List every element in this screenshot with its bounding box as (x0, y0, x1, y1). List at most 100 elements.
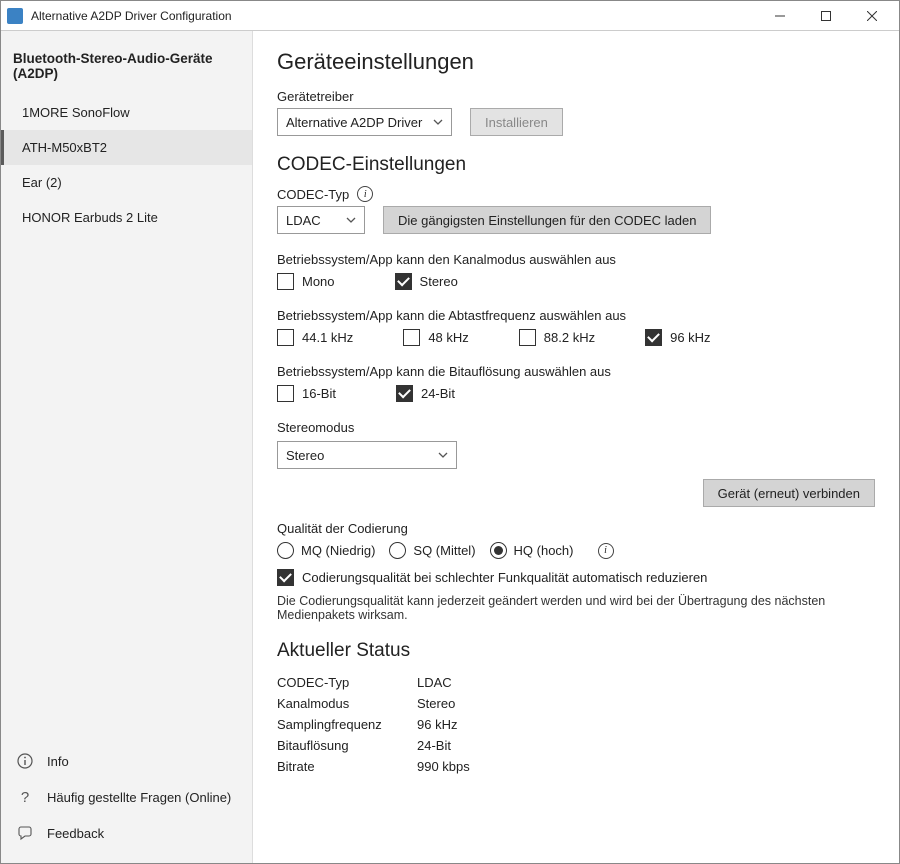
info-icon (17, 753, 33, 769)
driver-select[interactable]: Alternative A2DP Driver (277, 108, 452, 136)
chevron-down-icon (433, 117, 443, 127)
checkbox-box (519, 329, 536, 346)
info-icon[interactable]: i (598, 543, 614, 559)
footer-info-label: Info (47, 754, 69, 769)
load-common-settings-button[interactable]: Die gängigsten Einstellungen für den COD… (383, 206, 711, 234)
status-value: 96 kHz (417, 717, 457, 732)
feedback-icon (17, 825, 33, 841)
status-row: Bitrate 990 kbps (277, 756, 875, 777)
radio-label: HQ (hoch) (514, 543, 574, 558)
stereomode-label: Stereomodus (277, 420, 875, 435)
radio-mq[interactable]: MQ (Niedrig) (277, 542, 375, 559)
checkbox-label: 96 kHz (670, 330, 710, 345)
radio-circle (277, 542, 294, 559)
radio-hq[interactable]: HQ (hoch) (490, 542, 574, 559)
sidebar: Bluetooth-Stereo-Audio-Geräte (A2DP) 1MO… (1, 31, 253, 863)
page-title: Geräteeinstellungen (277, 49, 875, 75)
radio-circle (490, 542, 507, 559)
titlebar: Alternative A2DP Driver Configuration (1, 1, 899, 31)
minimize-button[interactable] (759, 2, 801, 30)
checkbox-box (645, 329, 662, 346)
checkbox-box (277, 385, 294, 402)
footer-faq[interactable]: ? Häufig gestellte Fragen (Online) (1, 779, 252, 815)
checkbox-box (277, 569, 294, 586)
status-key: CODEC-Typ (277, 675, 417, 690)
footer-faq-label: Häufig gestellte Fragen (Online) (47, 790, 231, 805)
device-item-honor[interactable]: HONOR Earbuds 2 Lite (1, 200, 252, 235)
checkbox-16bit[interactable]: 16-Bit (277, 385, 336, 402)
radio-circle (389, 542, 406, 559)
app-icon (7, 8, 23, 24)
checkbox-label: Codierungsqualität bei schlechter Funkqu… (302, 570, 707, 585)
status-key: Samplingfrequenz (277, 717, 417, 732)
channel-mode-label: Betriebssystem/App kann den Kanalmodus a… (277, 252, 875, 267)
checkbox-label: 48 kHz (428, 330, 468, 345)
footer-feedback[interactable]: Feedback (1, 815, 252, 851)
status-value: LDAC (417, 675, 452, 690)
device-list: 1MORE SonoFlow ATH-M50xBT2 Ear (2) HONOR… (1, 95, 252, 235)
checkbox-box (277, 273, 294, 290)
checkbox-label: 88.2 kHz (544, 330, 595, 345)
status-key: Kanalmodus (277, 696, 417, 711)
codec-heading: CODEC-Einstellungen (277, 154, 875, 176)
samplerate-label: Betriebssystem/App kann die Abtastfreque… (277, 308, 875, 323)
driver-label: Gerätetreiber (277, 89, 875, 104)
chevron-down-icon (346, 215, 356, 225)
driver-value: Alternative A2DP Driver (286, 115, 422, 130)
reconnect-button[interactable]: Gerät (erneut) verbinden (703, 479, 875, 507)
checkbox-label: Mono (302, 274, 335, 289)
bitres-label: Betriebssystem/App kann die Bitauflösung… (277, 364, 875, 379)
status-key: Bitauflösung (277, 738, 417, 753)
quality-note: Die Codierungsqualität kann jederzeit ge… (277, 594, 875, 622)
codec-type-label: CODEC-Typ (277, 187, 349, 202)
checkbox-stereo[interactable]: Stereo (395, 273, 458, 290)
checkbox-box (395, 273, 412, 290)
stereomode-value: Stereo (286, 448, 324, 463)
radio-label: MQ (Niedrig) (301, 543, 375, 558)
radio-label: SQ (Mittel) (413, 543, 475, 558)
status-row: Samplingfrequenz 96 kHz (277, 714, 875, 735)
status-value: 990 kbps (417, 759, 470, 774)
checkbox-box (277, 329, 294, 346)
checkbox-box (396, 385, 413, 402)
checkbox-96khz[interactable]: 96 kHz (645, 329, 710, 346)
close-button[interactable] (851, 2, 893, 30)
checkbox-auto-reduce[interactable]: Codierungsqualität bei schlechter Funkqu… (277, 569, 707, 586)
checkbox-label: Stereo (420, 274, 458, 289)
checkbox-882khz[interactable]: 88.2 kHz (519, 329, 595, 346)
status-key: Bitrate (277, 759, 417, 774)
device-item-1more[interactable]: 1MORE SonoFlow (1, 95, 252, 130)
radio-sq[interactable]: SQ (Mittel) (389, 542, 475, 559)
codec-value: LDAC (286, 213, 321, 228)
status-value: 24-Bit (417, 738, 451, 753)
status-row: Kanalmodus Stereo (277, 693, 875, 714)
codec-select[interactable]: LDAC (277, 206, 365, 234)
status-row: Bitauflösung 24-Bit (277, 735, 875, 756)
install-button[interactable]: Installieren (470, 108, 563, 136)
status-row: CODEC-Typ LDAC (277, 672, 875, 693)
content-panel: Geräteeinstellungen Gerätetreiber Altern… (253, 31, 899, 863)
quality-label: Qualität der Codierung (277, 521, 875, 536)
question-icon: ? (17, 789, 33, 805)
status-table: CODEC-Typ LDAC Kanalmodus Stereo Samplin… (277, 672, 875, 777)
sidebar-heading: Bluetooth-Stereo-Audio-Geräte (A2DP) (1, 45, 252, 95)
maximize-button[interactable] (805, 2, 847, 30)
checkbox-label: 16-Bit (302, 386, 336, 401)
checkbox-24bit[interactable]: 24-Bit (396, 385, 455, 402)
footer-info[interactable]: Info (1, 743, 252, 779)
status-value: Stereo (417, 696, 455, 711)
chevron-down-icon (438, 450, 448, 460)
checkbox-label: 24-Bit (421, 386, 455, 401)
info-icon[interactable]: i (357, 186, 373, 202)
checkbox-box (403, 329, 420, 346)
status-heading: Aktueller Status (277, 640, 875, 662)
window-title: Alternative A2DP Driver Configuration (31, 9, 759, 23)
device-item-ear[interactable]: Ear (2) (1, 165, 252, 200)
checkbox-mono[interactable]: Mono (277, 273, 335, 290)
checkbox-48khz[interactable]: 48 kHz (403, 329, 468, 346)
device-item-ath[interactable]: ATH-M50xBT2 (1, 130, 252, 165)
footer-feedback-label: Feedback (47, 826, 104, 841)
checkbox-441khz[interactable]: 44.1 kHz (277, 329, 353, 346)
checkbox-label: 44.1 kHz (302, 330, 353, 345)
stereomode-select[interactable]: Stereo (277, 441, 457, 469)
